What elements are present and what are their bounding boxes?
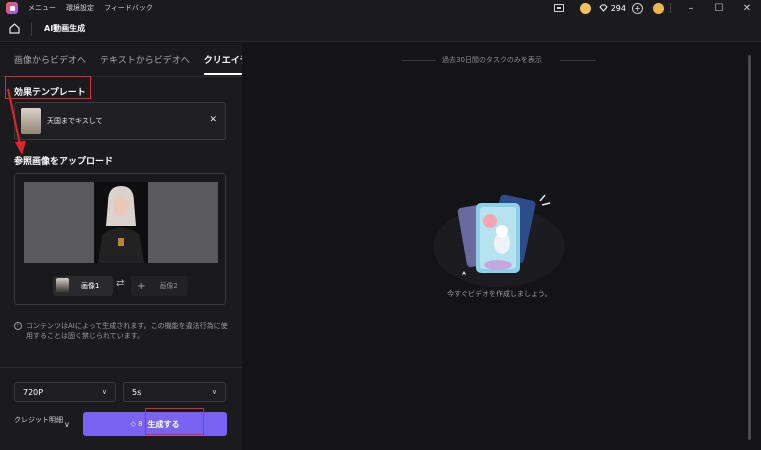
divider <box>0 367 242 368</box>
tab-image-to-video[interactable]: 画像からビデオへ <box>14 53 86 66</box>
credits-display[interactable]: 294 <box>599 4 626 13</box>
maximize-icon[interactable]: ☐ <box>705 0 733 16</box>
history-panel: 過去30日間のタスクのみを表示 今すぐビデオを作成しましょう。 <box>242 43 761 450</box>
plus-icon: + <box>137 280 146 292</box>
image1-thumbnail <box>56 278 69 294</box>
upload-area[interactable]: 画像1 ⇄ + 画像2 <box>14 173 226 305</box>
minimize-icon[interactable]: – <box>677 0 705 16</box>
credits-count: 294 <box>610 3 626 13</box>
divider <box>670 3 671 13</box>
menu-item-menu[interactable]: メニュー <box>28 3 56 13</box>
title-bar: メニュー 環境設定 フィードバック 294 + – ☐ ✕ <box>0 0 761 16</box>
highlight-box <box>145 408 204 435</box>
image1-chip[interactable]: 画像1 <box>53 276 113 296</box>
template-name: 天国までキスして <box>47 117 103 125</box>
info-icon: i <box>14 322 22 330</box>
tab-text-to-video[interactable]: テキストからビデオへ <box>100 53 190 66</box>
mode-tabs: 画像からビデオへ テキストからビデオへ クリエイティ <box>0 43 242 77</box>
tab-creative[interactable]: クリエイティ <box>203 53 242 75</box>
duration-select[interactable]: 5s ∨ <box>123 382 226 402</box>
empty-state-message: 今すぐビデオを作成しましょう。 <box>447 290 552 298</box>
diamond-icon <box>599 4 608 12</box>
screen-icon[interactable] <box>552 1 566 15</box>
disclaimer: i コンテンツはAIによって生成されます。この機能を違法行為に使用することは固く… <box>14 321 229 341</box>
home-icon[interactable] <box>5 20 23 38</box>
menu-item-preferences[interactable]: 環境設定 <box>66 3 94 13</box>
user-avatar-icon[interactable] <box>653 2 664 14</box>
upload-section-title: 参照画像をアップロード <box>14 157 114 167</box>
chevron-down-icon: ∨ <box>211 388 217 396</box>
close-icon[interactable]: ✕ <box>209 115 217 125</box>
divider <box>560 60 596 61</box>
menu-item-feedback[interactable]: フィードバック <box>104 3 153 13</box>
image1-label: 画像1 <box>81 282 100 290</box>
image2-chip[interactable]: + 画像2 <box>131 276 188 296</box>
scrollbar[interactable] <box>748 55 751 440</box>
empty-state-illustration <box>433 194 565 287</box>
close-window-icon[interactable]: ✕ <box>733 0 761 16</box>
app-logo-icon <box>6 2 18 14</box>
history-range-label: 過去30日間のタスクのみを表示 <box>442 56 542 64</box>
resolution-select[interactable]: 720P ∨ <box>14 382 116 402</box>
coin-icon[interactable] <box>579 2 591 14</box>
template-card[interactable]: 天国までキスして ✕ <box>14 102 226 140</box>
generate-cost: ◇ 8 <box>130 420 143 428</box>
image-preview <box>24 182 218 263</box>
resolution-value: 720P <box>23 387 44 397</box>
chevron-down-icon[interactable]: ∨ <box>64 420 70 429</box>
duration-value: 5s <box>132 387 142 397</box>
left-panel: 画像からビデオへ テキストからビデオへ クリエイティ 効果テンプレート 天国まで… <box>0 43 242 450</box>
chevron-down-icon: ∨ <box>101 388 107 396</box>
swap-icon[interactable]: ⇄ <box>116 278 124 289</box>
main-menu: メニュー 環境設定 フィードバック <box>28 3 153 13</box>
image2-label: 画像2 <box>159 282 178 290</box>
add-credits-icon[interactable]: + <box>632 2 643 14</box>
disclaimer-text: コンテンツはAIによって生成されます。この機能を違法行為に使用することは固く禁じ… <box>26 322 228 340</box>
header: AI動画生成 <box>0 16 761 42</box>
divider <box>402 60 436 61</box>
page-title: AI動画生成 <box>44 24 86 33</box>
divider <box>31 21 32 36</box>
preview-photo <box>94 182 148 263</box>
arrow-annotation <box>7 88 26 155</box>
